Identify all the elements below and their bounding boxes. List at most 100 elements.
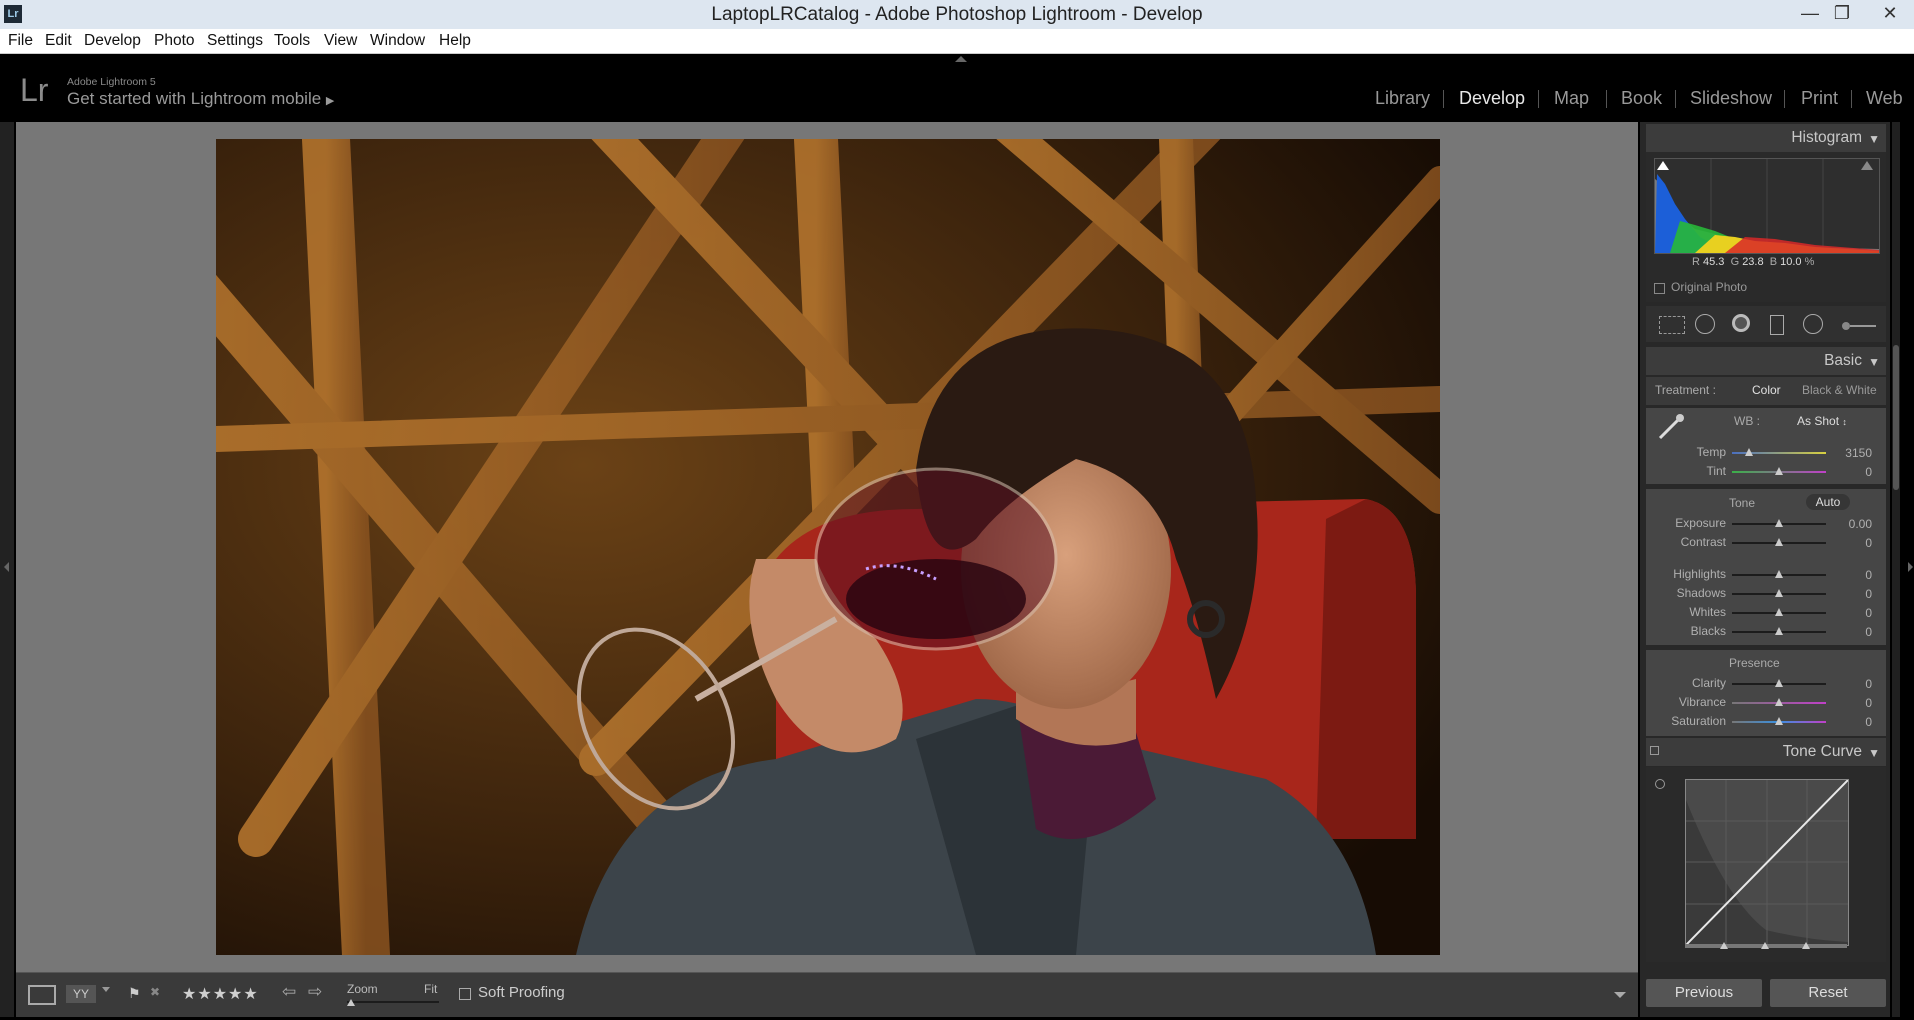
graduated-filter-icon[interactable] (1770, 315, 1784, 335)
highlights-slider-knob[interactable] (1775, 570, 1783, 578)
contrast-value[interactable]: 0 (1836, 536, 1872, 550)
wb-eyedropper-icon[interactable] (1656, 412, 1686, 442)
photo[interactable] (216, 139, 1440, 955)
zoom-slider-knob[interactable] (347, 999, 355, 1006)
menu-view[interactable]: View (324, 32, 357, 50)
wb-label: WB : (1734, 414, 1760, 428)
contrast-slider-knob[interactable] (1775, 538, 1783, 546)
collapse-triangle-icon: ▼ (1868, 746, 1880, 760)
tone-curve-header[interactable]: Tone Curve ▼ (1646, 738, 1886, 766)
vibrance-slider-knob[interactable] (1775, 698, 1783, 706)
shadows-slider-knob[interactable] (1775, 589, 1783, 597)
split-point-highlights[interactable] (1802, 942, 1810, 949)
basic-header[interactable]: Basic ▼ (1646, 347, 1886, 375)
before-after-icon[interactable]: YY (66, 985, 96, 1003)
saturation-slider-knob[interactable] (1775, 717, 1783, 725)
soft-proofing-checkbox[interactable] (459, 988, 471, 1000)
loupe-view-icon[interactable] (28, 985, 56, 1005)
menu-file[interactable]: File (8, 32, 33, 50)
split-point-midtones[interactable] (1761, 942, 1769, 949)
menu-edit[interactable]: Edit (45, 32, 72, 50)
spot-removal-icon[interactable] (1695, 314, 1715, 334)
histogram-title: Histogram (1791, 129, 1862, 146)
adjustment-brush-icon[interactable] (1840, 318, 1876, 330)
wb-select[interactable]: As Shot ↕ (1797, 414, 1847, 428)
presence-label: Presence (1729, 656, 1780, 670)
exposure-value[interactable]: 0.00 (1836, 517, 1872, 531)
auto-tone-button[interactable]: Auto (1806, 494, 1850, 510)
histogram-chart[interactable] (1654, 158, 1880, 254)
previous-button[interactable]: Previous (1646, 979, 1762, 1007)
original-photo-checkbox[interactable] (1654, 283, 1665, 294)
split-point-shadows[interactable] (1720, 942, 1728, 949)
module-library[interactable]: Library (1375, 88, 1430, 109)
whites-value[interactable]: 0 (1836, 606, 1872, 620)
clarity-label: Clarity (1691, 676, 1726, 690)
radial-filter-icon[interactable] (1803, 314, 1823, 334)
clarity-slider-knob[interactable] (1775, 679, 1783, 687)
highlights-label: Highlights (1673, 567, 1726, 581)
expand-left-icon[interactable] (4, 562, 9, 572)
tint-label: Tint (1706, 464, 1726, 478)
menu-help[interactable]: Help (439, 32, 471, 50)
clarity-value[interactable]: 0 (1836, 677, 1872, 691)
treatment-bw-button[interactable]: Black & White (1802, 383, 1877, 397)
blacks-slider-knob[interactable] (1775, 627, 1783, 635)
menu-tools[interactable]: Tools (274, 32, 310, 50)
menu-develop[interactable]: Develop (84, 32, 141, 50)
collapse-top-icon[interactable] (955, 56, 967, 62)
tone-curve-graph[interactable] (1685, 779, 1849, 946)
module-book[interactable]: Book (1621, 88, 1662, 109)
window-title: LaptopLRCatalog - Adobe Photoshop Lightr… (711, 4, 1203, 25)
panel-toggle-switch-icon[interactable] (1650, 746, 1659, 755)
module-develop[interactable]: Develop (1459, 88, 1525, 109)
shadows-value[interactable]: 0 (1836, 587, 1872, 601)
previous-photo-icon[interactable]: ⇦ (282, 982, 296, 1002)
vibrance-label: Vibrance (1678, 695, 1726, 709)
module-separator (1784, 90, 1785, 108)
star-rating[interactable]: ★★★★★ (182, 984, 259, 1004)
targeted-adjustment-icon[interactable] (1655, 779, 1665, 789)
whites-slider-knob[interactable] (1775, 608, 1783, 616)
exposure-slider-knob[interactable] (1775, 519, 1783, 527)
shadow-clipping-icon[interactable] (1657, 161, 1669, 170)
mobile-link[interactable]: Get started with Lightroom mobile ▶ (67, 89, 334, 109)
right-panel-scrollbar[interactable] (1892, 122, 1900, 1017)
tint-value[interactable]: 0 (1836, 465, 1872, 479)
module-print[interactable]: Print (1801, 88, 1838, 109)
vibrance-value[interactable]: 0 (1836, 696, 1872, 710)
collapse-right-icon[interactable] (1908, 562, 1913, 572)
menu-window[interactable]: Window (370, 32, 425, 50)
restore-icon[interactable]: ❐ (1822, 0, 1862, 29)
highlights-value[interactable]: 0 (1836, 568, 1872, 582)
scrollbar-thumb[interactable] (1893, 345, 1899, 490)
close-icon[interactable]: ✕ (1870, 0, 1910, 29)
menu-settings[interactable]: Settings (207, 32, 263, 50)
crop-tool-icon[interactable] (1659, 316, 1685, 334)
flag-icon[interactable]: ⚑ (128, 985, 141, 1002)
next-photo-icon[interactable]: ⇨ (308, 982, 322, 1002)
blacks-value[interactable]: 0 (1836, 625, 1872, 639)
histogram-header[interactable]: Histogram ▼ (1646, 124, 1886, 152)
module-map[interactable]: Map (1554, 88, 1589, 109)
module-web[interactable]: Web (1866, 88, 1903, 109)
temp-value[interactable]: 3150 (1836, 446, 1872, 460)
red-eye-icon[interactable] (1732, 314, 1750, 332)
treatment-color-button[interactable]: Color (1752, 383, 1781, 397)
module-separator (1538, 90, 1539, 108)
toolbar-options-icon[interactable] (1614, 992, 1626, 998)
module-slideshow[interactable]: Slideshow (1690, 88, 1772, 109)
zoom-fit-label: Fit (424, 982, 438, 996)
temp-slider-knob[interactable] (1744, 448, 1753, 456)
collapse-triangle-icon: ▼ (1868, 355, 1880, 369)
zoom-slider[interactable] (347, 1001, 439, 1003)
original-photo-label: Original Photo (1671, 280, 1748, 294)
reset-button[interactable]: Reset (1770, 979, 1886, 1007)
highlight-clipping-icon[interactable] (1861, 161, 1873, 170)
exposure-label: Exposure (1675, 516, 1726, 530)
dropdown-caret-icon[interactable] (102, 987, 110, 992)
menu-photo[interactable]: Photo (154, 32, 195, 50)
tint-slider-knob[interactable] (1775, 467, 1783, 475)
reject-flag-icon[interactable]: ✖ (150, 985, 160, 999)
saturation-value[interactable]: 0 (1836, 715, 1872, 729)
